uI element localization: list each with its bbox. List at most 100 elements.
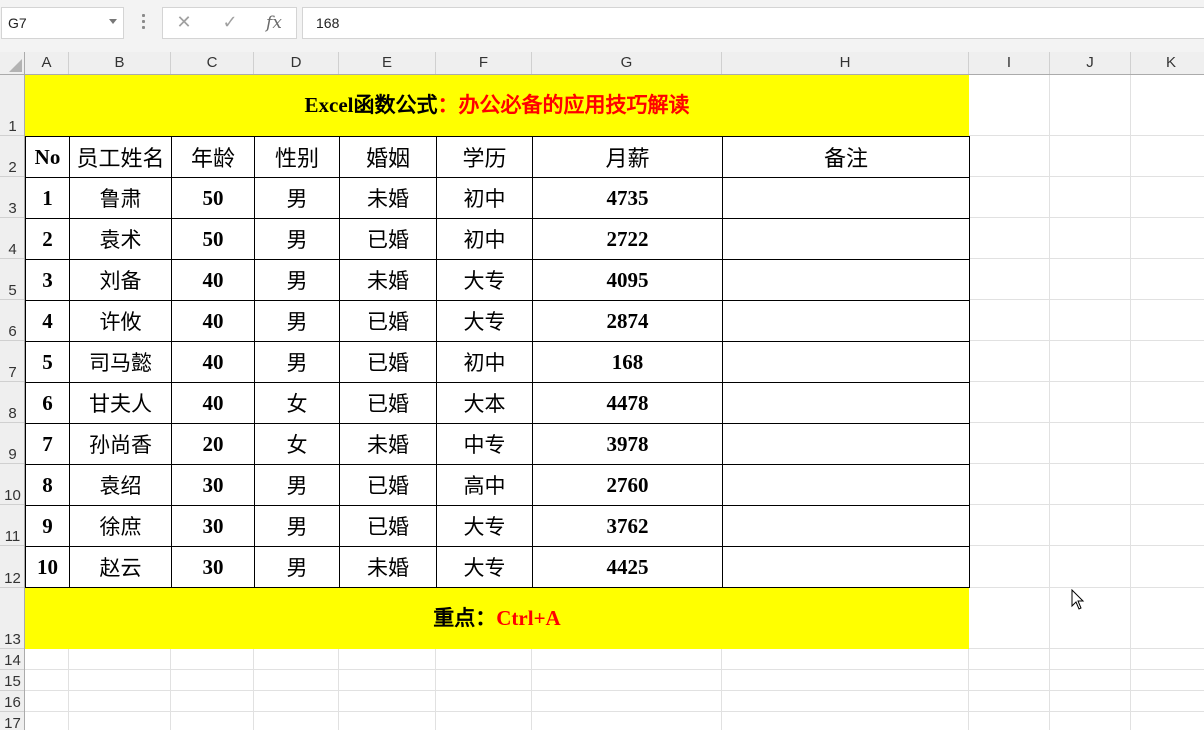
cell-salary[interactable]: 4425: [532, 546, 723, 588]
cell-remark[interactable]: [722, 177, 970, 219]
cell-remark[interactable]: [722, 505, 970, 547]
cell-marriage[interactable]: 已婚: [339, 300, 437, 342]
cell-age[interactable]: 30: [171, 464, 255, 506]
column-header-e[interactable]: E: [339, 52, 436, 74]
cell-marriage[interactable]: 未婚: [339, 177, 437, 219]
cell-education[interactable]: 中专: [436, 423, 533, 465]
cell-education[interactable]: 初中: [436, 341, 533, 383]
row-header-13[interactable]: 13: [0, 588, 24, 649]
row-header-9[interactable]: 9: [0, 423, 24, 464]
cell-marriage[interactable]: 已婚: [339, 382, 437, 424]
cell-salary[interactable]: 3762: [532, 505, 723, 547]
cell-salary[interactable]: 4095: [532, 259, 723, 301]
cell-remark[interactable]: [722, 423, 970, 465]
cell-education[interactable]: 大专: [436, 300, 533, 342]
cell-marriage[interactable]: 已婚: [339, 218, 437, 260]
row-header-10[interactable]: 10: [0, 464, 24, 505]
cell-no[interactable]: 10: [25, 546, 70, 588]
cell-salary[interactable]: 3978: [532, 423, 723, 465]
cell-marriage[interactable]: 未婚: [339, 546, 437, 588]
row-header-15[interactable]: 15: [0, 670, 24, 691]
row-header-7[interactable]: 7: [0, 341, 24, 382]
row-header-2[interactable]: 2: [0, 136, 24, 177]
cell-age[interactable]: 40: [171, 382, 255, 424]
cell-age[interactable]: 30: [171, 546, 255, 588]
column-header-j[interactable]: J: [1050, 52, 1131, 74]
cell-marriage[interactable]: 未婚: [339, 423, 437, 465]
header-cell-remark[interactable]: 备注: [722, 136, 970, 178]
cell-remark[interactable]: [722, 300, 970, 342]
cell-age[interactable]: 40: [171, 259, 255, 301]
note-cell[interactable]: 重点：Ctrl+A: [25, 588, 969, 649]
cell-education[interactable]: 大专: [436, 546, 533, 588]
row-header-4[interactable]: 4: [0, 218, 24, 259]
name-box[interactable]: G7: [1, 7, 124, 39]
cell-gender[interactable]: 女: [254, 382, 340, 424]
cell-gender[interactable]: 男: [254, 259, 340, 301]
select-all-button[interactable]: [0, 52, 25, 74]
row-header-3[interactable]: 3: [0, 177, 24, 218]
column-header-f[interactable]: F: [436, 52, 532, 74]
insert-function-icon[interactable]: fx: [262, 12, 286, 34]
cell-salary[interactable]: 4478: [532, 382, 723, 424]
cell-no[interactable]: 4: [25, 300, 70, 342]
cell-no[interactable]: 6: [25, 382, 70, 424]
cell-salary[interactable]: 2760: [532, 464, 723, 506]
cell-remark[interactable]: [722, 382, 970, 424]
cell-age[interactable]: 30: [171, 505, 255, 547]
cell-name[interactable]: 刘备: [69, 259, 172, 301]
header-cell-name[interactable]: 员工姓名: [69, 136, 172, 178]
column-header-b[interactable]: B: [69, 52, 171, 74]
header-cell-salary[interactable]: 月薪: [532, 136, 723, 178]
cell-no[interactable]: 2: [25, 218, 70, 260]
column-header-c[interactable]: C: [171, 52, 254, 74]
cell-name[interactable]: 司马懿: [69, 341, 172, 383]
cell-name[interactable]: 许攸: [69, 300, 172, 342]
row-header-5[interactable]: 5: [0, 259, 24, 300]
column-header-k[interactable]: K: [1131, 52, 1204, 74]
header-cell-no[interactable]: No: [25, 136, 70, 178]
cell-gender[interactable]: 男: [254, 218, 340, 260]
cell-remark[interactable]: [722, 341, 970, 383]
cell-age[interactable]: 40: [171, 300, 255, 342]
column-header-d[interactable]: D: [254, 52, 339, 74]
cell-education[interactable]: 大本: [436, 382, 533, 424]
cell-no[interactable]: 1: [25, 177, 70, 219]
header-cell-age[interactable]: 年龄: [171, 136, 255, 178]
cell-marriage[interactable]: 已婚: [339, 464, 437, 506]
cell-name[interactable]: 赵云: [69, 546, 172, 588]
cell-no[interactable]: 3: [25, 259, 70, 301]
cell-remark[interactable]: [722, 464, 970, 506]
chevron-down-icon[interactable]: [109, 19, 117, 24]
cell-age[interactable]: 50: [171, 218, 255, 260]
cell-age[interactable]: 40: [171, 341, 255, 383]
row-header-14[interactable]: 14: [0, 649, 24, 670]
cell-gender[interactable]: 男: [254, 546, 340, 588]
cell-age[interactable]: 20: [171, 423, 255, 465]
cell-no[interactable]: 9: [25, 505, 70, 547]
row-header-6[interactable]: 6: [0, 300, 24, 341]
cell-no[interactable]: 7: [25, 423, 70, 465]
cell-remark[interactable]: [722, 259, 970, 301]
cell-age[interactable]: 50: [171, 177, 255, 219]
row-header-17[interactable]: 17: [0, 712, 24, 730]
column-header-i[interactable]: I: [969, 52, 1050, 74]
cell-marriage[interactable]: 已婚: [339, 505, 437, 547]
cell-name[interactable]: 甘夫人: [69, 382, 172, 424]
row-header-8[interactable]: 8: [0, 382, 24, 423]
cell-gender[interactable]: 女: [254, 423, 340, 465]
cell-remark[interactable]: [722, 546, 970, 588]
drag-handle-icon[interactable]: [142, 14, 146, 32]
row-header-11[interactable]: 11: [0, 505, 24, 546]
column-header-g[interactable]: G: [532, 52, 722, 74]
cell-education[interactable]: 初中: [436, 177, 533, 219]
header-cell-marriage[interactable]: 婚姻: [339, 136, 437, 178]
cell-gender[interactable]: 男: [254, 300, 340, 342]
cell-gender[interactable]: 男: [254, 177, 340, 219]
cell-name[interactable]: 孙尚香: [69, 423, 172, 465]
selected-cell-salary[interactable]: 168: [532, 341, 723, 383]
cell-no[interactable]: 8: [25, 464, 70, 506]
header-cell-gender[interactable]: 性别: [254, 136, 340, 178]
cell-education[interactable]: 大专: [436, 259, 533, 301]
row-header-12[interactable]: 12: [0, 546, 24, 588]
